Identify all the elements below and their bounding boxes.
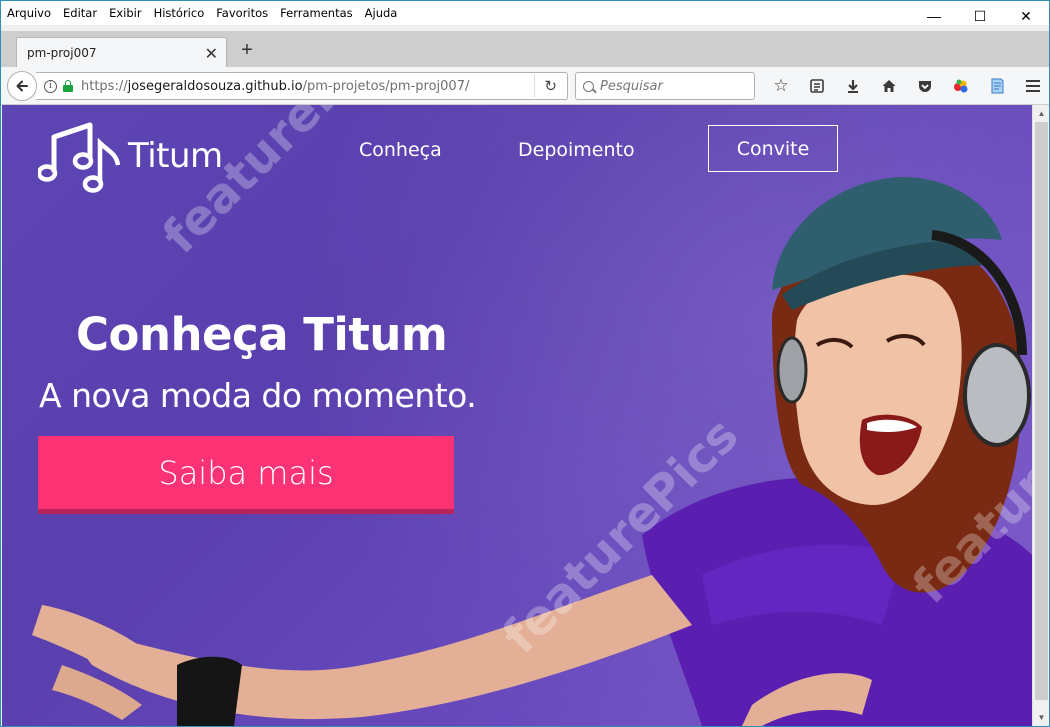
menu-exibir[interactable]: Exibir bbox=[109, 6, 142, 20]
scrollbar-thumb[interactable] bbox=[1035, 122, 1048, 700]
search-input[interactable]: Pesquisar bbox=[575, 72, 755, 100]
back-button[interactable] bbox=[7, 71, 37, 101]
window-controls: — ☐ ✕ bbox=[911, 1, 1049, 31]
scroll-up-arrow-icon[interactable]: ▲ bbox=[1033, 105, 1049, 122]
download-icon[interactable] bbox=[835, 73, 871, 99]
menu-ajuda[interactable]: Ajuda bbox=[365, 6, 398, 20]
hero-section: featurePics featurePics featurePics Titu… bbox=[2, 105, 1032, 726]
url-path: /pm-projetos/pm-proj007/ bbox=[302, 78, 470, 94]
extension-page-icon[interactable] bbox=[979, 73, 1015, 99]
back-arrow-icon bbox=[16, 80, 28, 92]
url-bar[interactable]: i https://josegeraldosouza.github.io/pm-… bbox=[36, 72, 568, 100]
divider bbox=[534, 75, 535, 97]
watermark: featurePics bbox=[492, 407, 750, 665]
tab-pm-proj007[interactable]: pm-proj007 ✕ bbox=[16, 37, 227, 67]
new-tab-button[interactable]: + bbox=[237, 39, 257, 62]
close-window-button[interactable]: ✕ bbox=[1003, 1, 1049, 31]
menu-historico[interactable]: Histórico bbox=[154, 6, 205, 20]
vertical-scrollbar[interactable]: ▲ ▼ bbox=[1032, 105, 1049, 726]
extension-colorful-icon[interactable] bbox=[943, 73, 979, 99]
site-logo[interactable]: Titum bbox=[38, 117, 223, 195]
saiba-mais-button[interactable]: Saiba mais bbox=[38, 436, 454, 514]
menu-editar[interactable]: Editar bbox=[63, 6, 97, 20]
nav-link-conheca[interactable]: Conheça bbox=[359, 139, 442, 161]
music-notes-icon bbox=[38, 122, 121, 193]
logo-text: Titum bbox=[128, 136, 223, 176]
lock-icon bbox=[63, 79, 73, 92]
nav-button-convite[interactable]: Convite bbox=[708, 125, 838, 172]
scroll-down-arrow-icon[interactable]: ▼ bbox=[1033, 709, 1049, 726]
maximize-button[interactable]: ☐ bbox=[957, 1, 1003, 31]
hero-subtitle: A nova moda do momento. bbox=[39, 376, 477, 415]
search-icon bbox=[583, 80, 594, 92]
toolbar-icons: ☆ bbox=[763, 73, 1049, 99]
minimize-button[interactable]: — bbox=[911, 1, 957, 31]
search-placeholder: Pesquisar bbox=[600, 78, 663, 94]
reload-icon[interactable]: ↻ bbox=[544, 77, 557, 95]
tab-strip: pm-proj007 ✕ + bbox=[1, 31, 1049, 67]
tab-label: pm-proj007 bbox=[27, 45, 97, 60]
pocket-icon[interactable] bbox=[907, 73, 943, 99]
url-text[interactable]: https://josegeraldosouza.github.io/pm-pr… bbox=[81, 79, 469, 94]
bookmark-star-icon[interactable]: ☆ bbox=[763, 73, 799, 99]
home-icon[interactable] bbox=[871, 73, 907, 99]
url-scheme: https:// bbox=[81, 78, 128, 94]
menu-bar: Arquivo Editar Exibir Histórico Favorito… bbox=[1, 1, 1049, 25]
watermark: featurePics bbox=[902, 357, 1032, 615]
menu-hamburger-icon[interactable] bbox=[1015, 73, 1049, 99]
navigation-toolbar: i https://josegeraldosouza.github.io/pm-… bbox=[1, 67, 1049, 105]
url-host: josegeraldosouza.github.io bbox=[127, 78, 303, 94]
menu-favoritos[interactable]: Favoritos bbox=[216, 6, 268, 20]
reading-list-icon[interactable] bbox=[799, 73, 835, 99]
nav-link-depoimento[interactable]: Depoimento bbox=[518, 139, 635, 161]
menu-arquivo[interactable]: Arquivo bbox=[7, 6, 51, 20]
menu-ferramentas[interactable]: Ferramentas bbox=[280, 6, 352, 20]
browser-window: Arquivo Editar Exibir Histórico Favorito… bbox=[0, 0, 1050, 727]
info-icon[interactable]: i bbox=[44, 79, 57, 93]
close-tab-icon[interactable]: ✕ bbox=[205, 44, 218, 63]
hero-title: Conheça Titum bbox=[76, 308, 448, 361]
